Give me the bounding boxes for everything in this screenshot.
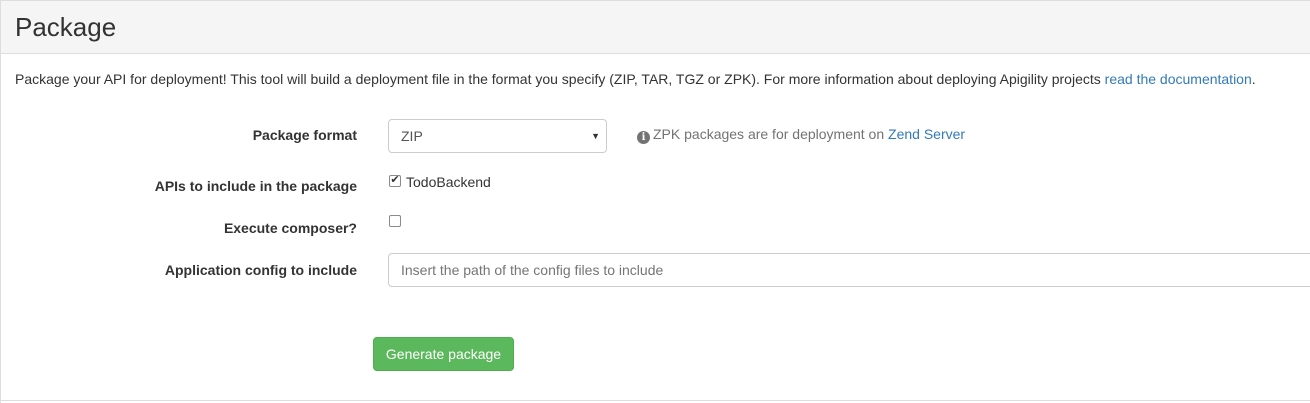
- api-checkbox-todobackend[interactable]: ✔: [389, 174, 401, 187]
- intro-paragraph: Package your API for deployment! This to…: [15, 70, 1300, 88]
- panel-bottom-border: [1, 400, 1310, 401]
- caret-down-icon: ▼: [591, 131, 600, 141]
- zend-server-link[interactable]: Zend Server: [888, 126, 965, 142]
- package-format-value: ZIP: [401, 128, 423, 144]
- info-circle-icon: i: [637, 131, 650, 144]
- package-panel: Package Package your API for deployment!…: [0, 0, 1310, 403]
- app-config-input[interactable]: [388, 253, 1310, 287]
- composer-label: Execute composer?: [223, 220, 357, 236]
- documentation-link[interactable]: read the documentation: [1105, 71, 1252, 87]
- package-format-select[interactable]: ZIP ▼: [388, 119, 607, 153]
- generate-package-button[interactable]: Generate package: [373, 337, 514, 371]
- help-text: ZPK packages are for deployment on: [653, 126, 889, 142]
- api-checkbox-label: TodoBackend: [406, 174, 491, 190]
- apis-label: APIs to include in the package: [154, 178, 357, 194]
- intro-text: Package your API for deployment! This to…: [15, 71, 1105, 87]
- composer-checkbox[interactable]: [389, 215, 401, 227]
- app-config-label: Application config to include: [164, 262, 357, 278]
- package-format-label: Package format: [252, 127, 357, 143]
- checkmark-icon: ✔: [390, 174, 400, 186]
- package-format-help: i ZPK packages are for deployment on Zend…: [637, 125, 965, 144]
- panel-heading: Package: [1, 0, 1310, 54]
- page-title: Package: [15, 12, 117, 42]
- intro-suffix: .: [1251, 71, 1256, 87]
